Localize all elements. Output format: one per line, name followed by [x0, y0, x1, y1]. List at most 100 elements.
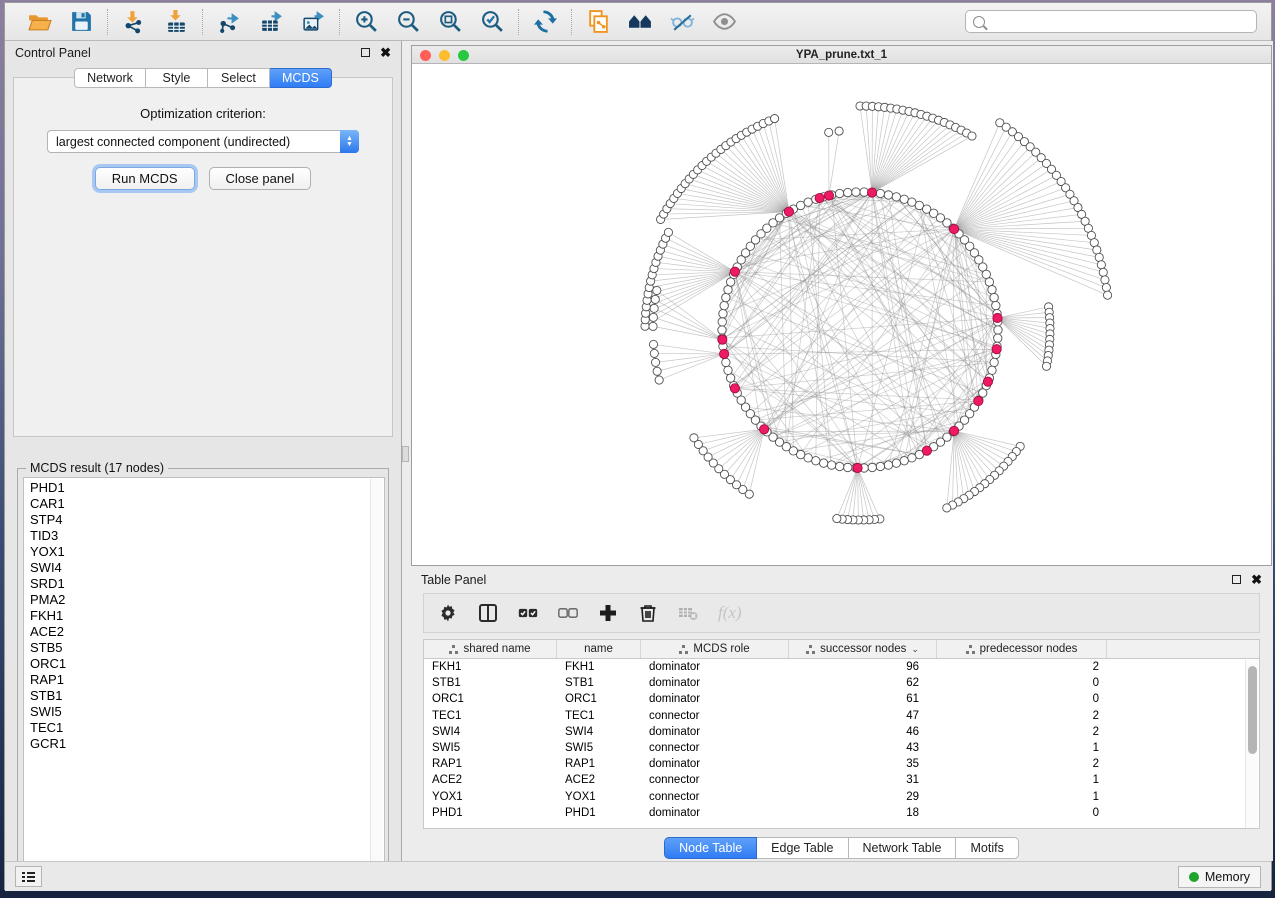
list-item[interactable]: STP4	[30, 512, 384, 528]
list-item[interactable]: ORC1	[30, 656, 384, 672]
table-cell: 2	[937, 710, 1107, 722]
list-item[interactable]: SWI5	[30, 704, 384, 720]
tab-mcds[interactable]: MCDS	[270, 68, 332, 88]
close-panel-button[interactable]: Close panel	[209, 167, 312, 190]
first-neighbors-icon[interactable]	[626, 8, 654, 36]
import-table-icon[interactable]	[162, 8, 190, 36]
table-row[interactable]: YOX1YOX1connector291	[424, 789, 1259, 805]
export-table-icon[interactable]	[257, 8, 285, 36]
network-column-icon	[966, 645, 975, 654]
column-header-MCDS-role[interactable]: MCDS role	[641, 640, 789, 658]
tab-node-table[interactable]: Node Table	[664, 837, 757, 859]
mcds-result-list[interactable]: PHD1CAR1STP4TID3YOX1SWI4SRD1PMA2FKH1ACE2…	[23, 477, 385, 875]
tab-style[interactable]: Style	[146, 68, 208, 88]
list-item[interactable]: TEC1	[30, 720, 384, 736]
list-item[interactable]: PMA2	[30, 592, 384, 608]
tab-motifs[interactable]: Motifs	[956, 837, 1018, 859]
list-item[interactable]: STB5	[30, 640, 384, 656]
list-item[interactable]: GCR1	[30, 736, 384, 752]
list-item[interactable]: RAP1	[30, 672, 384, 688]
table-cell: 0	[937, 693, 1107, 705]
apply-layout-icon[interactable]	[531, 8, 559, 36]
tab-select[interactable]: Select	[208, 68, 270, 88]
table-row[interactable]: PHD1PHD1dominator180	[424, 805, 1259, 821]
list-item[interactable]: YOX1	[30, 544, 384, 560]
table-cell: FKH1	[424, 661, 557, 673]
table-toolbar: f(x)	[423, 593, 1260, 633]
close-panel-icon[interactable]: ✖	[1251, 575, 1262, 584]
scrollbar-thumb[interactable]	[1248, 666, 1257, 754]
search-input[interactable]	[965, 10, 1257, 33]
network-window-titlebar[interactable]: YPA_prune.txt_1	[412, 46, 1271, 64]
columns-icon[interactable]	[478, 603, 498, 623]
list-item[interactable]: CAR1	[30, 496, 384, 512]
column-header-name[interactable]: name	[557, 640, 641, 658]
import-network-icon[interactable]	[120, 8, 148, 36]
table-cell: 46	[789, 726, 937, 738]
select-all-icon[interactable]	[518, 603, 538, 623]
memory-button[interactable]: Memory	[1178, 866, 1261, 888]
network-window-title: YPA_prune.txt_1	[796, 49, 887, 61]
optimization-criterion-select[interactable]: largest connected component (undirected)…	[47, 130, 359, 153]
task-history-button[interactable]	[15, 866, 42, 887]
network-graph[interactable]	[412, 64, 1271, 565]
zoom-out-icon[interactable]	[394, 8, 422, 36]
table-row[interactable]: STB1STB1dominator620	[424, 675, 1259, 691]
maximize-window-icon[interactable]	[458, 50, 469, 61]
add-icon[interactable]	[598, 603, 618, 623]
table-cell: connector	[641, 791, 789, 803]
list-item[interactable]: TID3	[30, 528, 384, 544]
table-scrollbar[interactable]	[1245, 660, 1258, 828]
list-item[interactable]: FKH1	[30, 608, 384, 624]
table-cell: YOX1	[557, 791, 641, 803]
table-cell: connector	[641, 710, 789, 722]
table-row[interactable]: SWI5SWI5connector431	[424, 740, 1259, 756]
table-row[interactable]: TEC1TEC1connector472	[424, 708, 1259, 724]
save-icon[interactable]	[67, 8, 95, 36]
table-row[interactable]: FKH1FKH1dominator962	[424, 659, 1259, 675]
column-header-predecessor-nodes[interactable]: predecessor nodes	[937, 640, 1107, 658]
table-row[interactable]: SWI4SWI4dominator462	[424, 724, 1259, 740]
zoom-in-icon[interactable]	[352, 8, 380, 36]
hide-selected-icon[interactable]	[668, 8, 696, 36]
gear-icon[interactable]	[438, 603, 458, 623]
tab-network[interactable]: Network	[74, 68, 146, 88]
new-network-from-selection-icon[interactable]	[584, 8, 612, 36]
deselect-all-icon[interactable]	[558, 603, 578, 623]
table-cell: 2	[937, 758, 1107, 770]
close-panel-icon[interactable]: ✖	[380, 48, 391, 57]
zoom-fit-icon[interactable]	[436, 8, 464, 36]
export-network-icon[interactable]	[215, 8, 243, 36]
column-label: predecessor nodes	[980, 643, 1078, 655]
open-icon[interactable]	[25, 8, 53, 36]
table-row[interactable]: ORC1ORC1dominator610	[424, 691, 1259, 707]
minimize-window-icon[interactable]	[439, 50, 450, 61]
column-header-shared-name[interactable]: shared name	[424, 640, 557, 658]
list-item[interactable]: ACE2	[30, 624, 384, 640]
function-builder-icon: f(x)	[718, 603, 742, 623]
list-item[interactable]: PHD1	[30, 480, 384, 496]
float-panel-icon[interactable]	[1232, 575, 1241, 584]
show-all-icon[interactable]	[710, 8, 738, 36]
tab-network-table[interactable]: Network Table	[849, 837, 957, 859]
export-image-icon[interactable]	[299, 8, 327, 36]
list-item[interactable]: SWI4	[30, 560, 384, 576]
column-header-successor-nodes[interactable]: successor nodes⌄	[789, 640, 937, 658]
list-item[interactable]: STB1	[30, 688, 384, 704]
float-panel-icon[interactable]	[361, 48, 370, 57]
table-cell: 43	[789, 742, 937, 754]
zoom-selected-icon[interactable]	[478, 8, 506, 36]
close-window-icon[interactable]	[420, 50, 431, 61]
list-scrollbar[interactable]	[370, 479, 383, 875]
list-item[interactable]: SRD1	[30, 576, 384, 592]
table-cell: 29	[789, 791, 937, 803]
run-mcds-button[interactable]: Run MCDS	[95, 167, 195, 190]
network-canvas[interactable]	[412, 64, 1271, 565]
table-cell: SWI4	[557, 726, 641, 738]
splitter-grip-icon[interactable]	[402, 446, 409, 462]
tab-edge-table[interactable]: Edge Table	[757, 837, 848, 859]
table-row[interactable]: ACE2ACE2connector311	[424, 772, 1259, 788]
table-row[interactable]: RAP1RAP1dominator352	[424, 756, 1259, 772]
delete-icon[interactable]	[638, 603, 658, 623]
panel-splitter[interactable]	[402, 41, 409, 861]
